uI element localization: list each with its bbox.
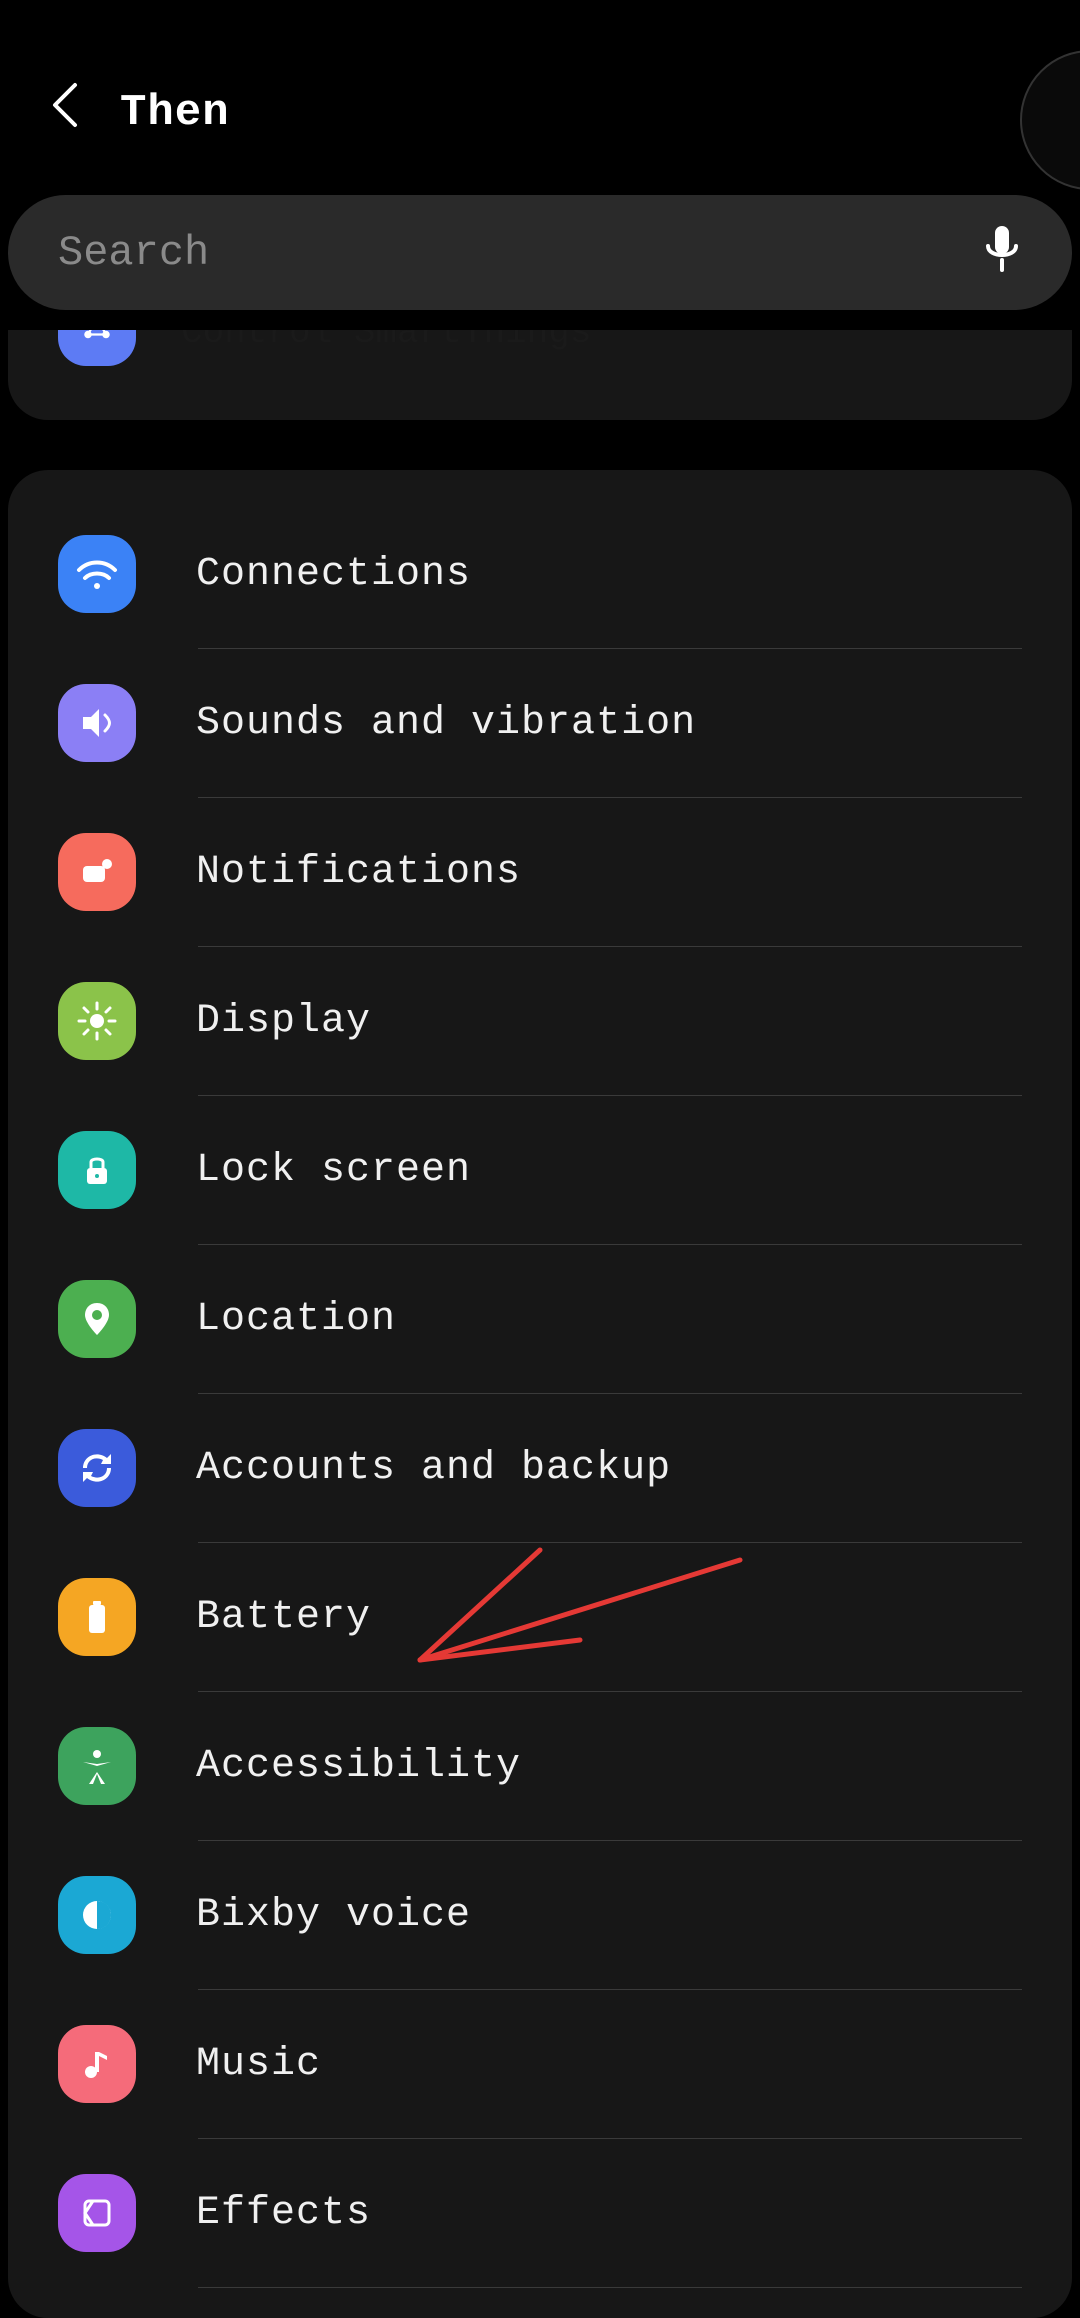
- list-item-connections[interactable]: Connections: [8, 500, 1072, 648]
- back-button[interactable]: [50, 80, 80, 145]
- list-item-music[interactable]: Music: [8, 1990, 1072, 2138]
- sync-icon: [58, 1429, 136, 1507]
- search-input[interactable]: Search: [8, 195, 1072, 310]
- brightness-icon: [58, 982, 136, 1060]
- list-item-location[interactable]: Location: [8, 1245, 1072, 1393]
- wifi-icon: [58, 535, 136, 613]
- item-label: Battery: [196, 1595, 371, 1640]
- bixby-icon: [58, 1876, 136, 1954]
- item-label: Sounds and vibration: [196, 701, 696, 746]
- list-item-bixby[interactable]: Bixby voice: [8, 1841, 1072, 1989]
- item-label: Music: [196, 2042, 321, 2087]
- settings-section: Connections Sounds and vibration Notific…: [8, 470, 1072, 2318]
- list-item-accounts[interactable]: Accounts and backup: [8, 1394, 1072, 1542]
- item-label: Bixby voice: [196, 1893, 471, 1938]
- item-label: Display: [196, 999, 371, 1044]
- list-item-display[interactable]: Display: [8, 947, 1072, 1095]
- list-item-lockscreen[interactable]: Lock screen: [8, 1096, 1072, 1244]
- partial-label: Control SmartThings: [181, 330, 591, 353]
- accessibility-icon: [58, 1727, 136, 1805]
- divider: [198, 2287, 1022, 2288]
- item-label: Location: [196, 1297, 396, 1342]
- sound-icon: [58, 684, 136, 762]
- item-label: Lock screen: [196, 1148, 471, 1193]
- item-label: Connections: [196, 552, 471, 597]
- location-icon: [58, 1280, 136, 1358]
- search-placeholder: Search: [58, 229, 209, 277]
- page-title: Then: [120, 88, 230, 138]
- battery-icon: [58, 1578, 136, 1656]
- list-item-effects[interactable]: Effects: [8, 2139, 1072, 2287]
- header-bar: Then: [0, 0, 1080, 195]
- item-label: Accessibility: [196, 1744, 521, 1789]
- item-label: Effects: [196, 2191, 371, 2236]
- item-label: Notifications: [196, 850, 521, 895]
- chevron-left-icon: [50, 80, 80, 130]
- list-item-battery[interactable]: Battery: [8, 1543, 1072, 1691]
- smartthings-icon: [58, 330, 136, 366]
- list-item-notifications[interactable]: Notifications: [8, 798, 1072, 946]
- microphone-icon[interactable]: [982, 222, 1022, 283]
- lock-icon: [58, 1131, 136, 1209]
- item-label: Accounts and backup: [196, 1446, 671, 1491]
- list-item-sounds[interactable]: Sounds and vibration: [8, 649, 1072, 797]
- notifications-icon: [58, 833, 136, 911]
- music-icon: [58, 2025, 136, 2103]
- partial-card-smartthings[interactable]: Control SmartThings: [8, 330, 1072, 420]
- list-item-accessibility[interactable]: Accessibility: [8, 1692, 1072, 1840]
- effects-icon: [58, 2174, 136, 2252]
